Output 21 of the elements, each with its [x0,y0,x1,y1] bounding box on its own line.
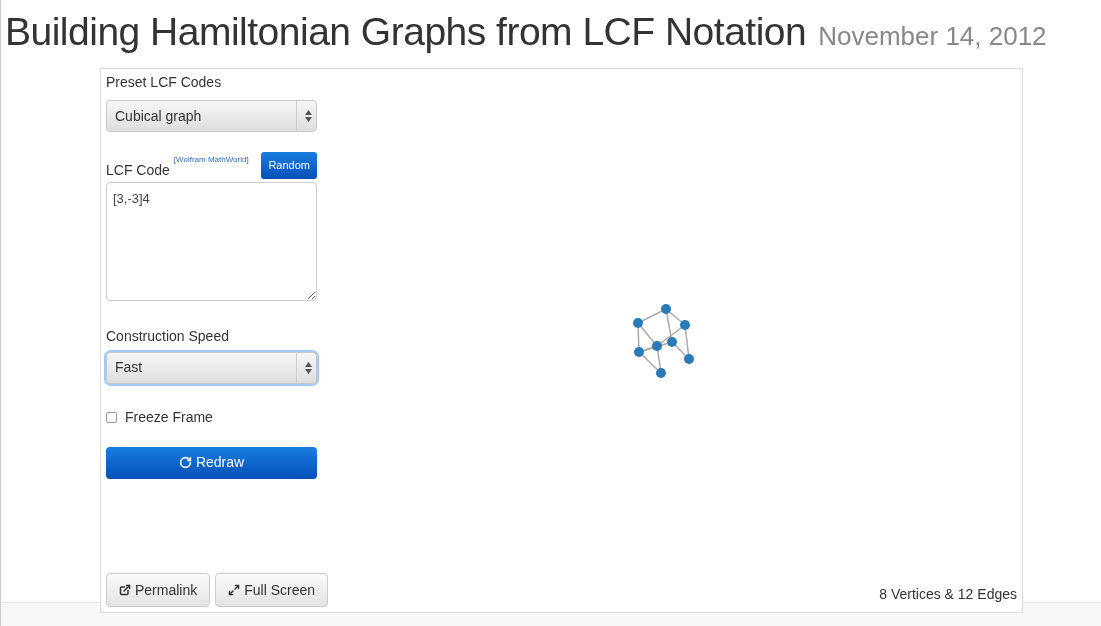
preset-select[interactable]: Cubical graph [106,100,317,132]
share-icon [119,584,131,596]
field-label: Construction Speed [106,326,230,346]
refresh-icon [178,456,192,469]
graph-stats: 8 Vertices & 12 Edges [879,585,1017,604]
expand-icon [228,584,241,596]
speed-select[interactable]: Fast [106,351,317,384]
permalink-button[interactable]: Permalink [106,573,211,607]
stepper-icon [296,352,312,383]
stepper-icon [296,101,312,131]
field-label: Preset LCF Codes [106,73,223,92]
freeze-checkbox[interactable] [106,411,117,423]
redraw-button[interactable]: Redraw [106,446,317,479]
random-button[interactable]: Random [261,152,317,179]
mathworld-link[interactable]: [Wolfram MathWorld] [173,154,249,166]
lcf-code-field[interactable]: [3,-3]4 [106,181,317,301]
page-title: Building Hamiltonian Graphs from LCF Notation [5,10,807,54]
post-date: November 14, 2012 [818,20,1047,53]
field-label: LCF Code [106,160,170,180]
checkbox-label: Freeze Frame [125,407,213,427]
fullscreen-button[interactable]: Full Screen [215,573,329,607]
